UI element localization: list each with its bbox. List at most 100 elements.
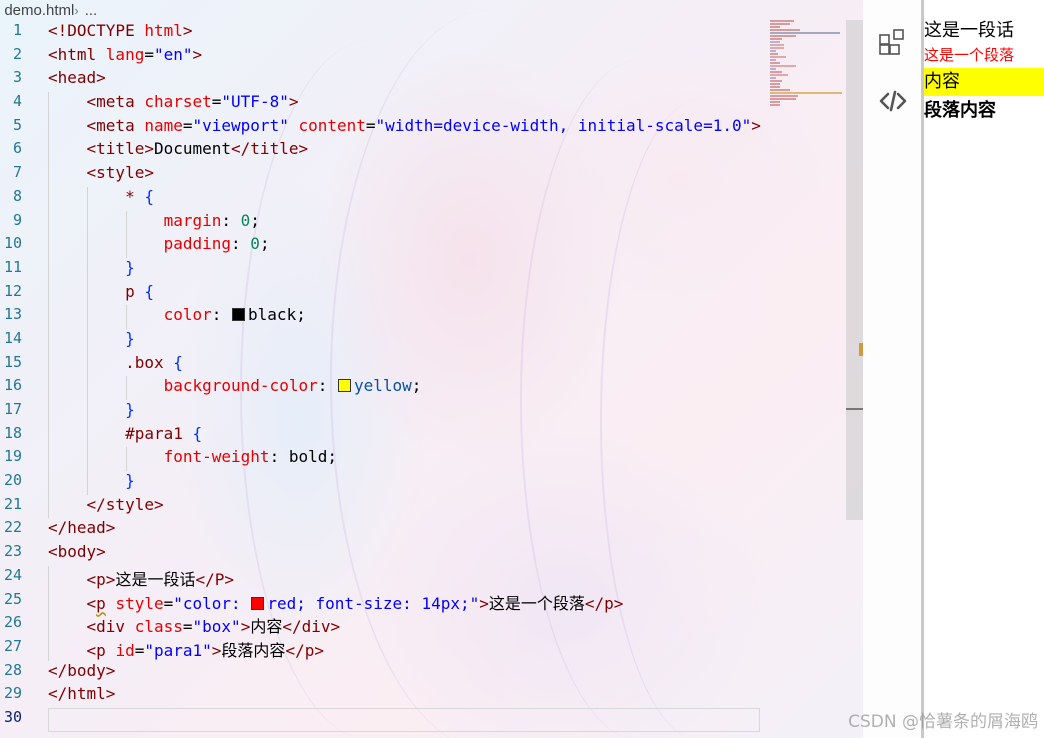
code-line[interactable]: </body> bbox=[48, 661, 778, 685]
colon-token: : bbox=[269, 447, 289, 467]
minimap-line bbox=[770, 104, 780, 106]
breadcrumb-file[interactable]: demo.html bbox=[4, 2, 74, 19]
preview-para1: 段落内容 bbox=[924, 100, 996, 121]
line-number: 18 bbox=[3, 423, 22, 442]
scrollbar-cursor-marker bbox=[846, 408, 863, 410]
line-number: 12 bbox=[3, 281, 22, 300]
code-line[interactable]: background-color: yellow; bbox=[48, 376, 778, 400]
attr-token: charset bbox=[144, 92, 212, 112]
color-swatch-black[interactable] bbox=[232, 308, 246, 322]
semicolon-token: ; bbox=[250, 210, 260, 230]
line-number: 21 bbox=[3, 494, 22, 513]
equals-token: = bbox=[182, 617, 193, 637]
code-line[interactable]: <meta charset="UTF-8"> bbox=[48, 92, 778, 116]
line-number: 2 bbox=[12, 44, 22, 63]
tag-token: </div> bbox=[282, 617, 341, 637]
line-number: 20 bbox=[3, 471, 22, 490]
tag-token: </title> bbox=[231, 139, 309, 159]
code-line[interactable]: } bbox=[48, 471, 778, 495]
text-token: 这是一个段落 bbox=[488, 593, 585, 613]
code-line[interactable]: <title>Document</title> bbox=[48, 139, 778, 164]
code-line[interactable]: <head> bbox=[48, 68, 778, 92]
line-number: 15 bbox=[3, 352, 22, 371]
line-number: 30 bbox=[3, 707, 22, 726]
tag-close-token: > bbox=[240, 617, 251, 637]
code-line[interactable]: padding: 0; bbox=[48, 234, 778, 258]
breadcrumb-ellipsis[interactable]: ... bbox=[85, 2, 98, 19]
line-number: 8 bbox=[12, 186, 22, 205]
code-line[interactable]: </html> bbox=[48, 684, 778, 708]
live-preview-icon[interactable] bbox=[877, 86, 909, 118]
code-line[interactable]: } bbox=[48, 400, 778, 424]
code-lines[interactable]: <!DOCTYPE html> <html lang="en"> <head> … bbox=[48, 21, 778, 732]
line-number: 27 bbox=[3, 636, 22, 655]
code-line[interactable]: <body> bbox=[48, 542, 778, 566]
code-line[interactable]: p { bbox=[48, 281, 778, 306]
attr-token: content bbox=[298, 115, 366, 135]
minimap-line bbox=[770, 62, 780, 64]
attr-token: style bbox=[105, 593, 164, 613]
number-token: 0 bbox=[250, 234, 260, 254]
code-line[interactable]: <style> bbox=[48, 163, 778, 187]
string-token: "viewport" bbox=[192, 115, 289, 135]
code-line[interactable]: } bbox=[48, 257, 778, 282]
code-line[interactable]: color: black; bbox=[48, 305, 778, 329]
code-line[interactable]: <!DOCTYPE html> bbox=[48, 21, 778, 45]
code-line[interactable]: <html lang="en"> bbox=[48, 45, 778, 69]
string-token: ; font-size: 14px;" bbox=[296, 593, 480, 613]
tag-token: <body> bbox=[48, 542, 106, 562]
line-number: 24 bbox=[3, 565, 22, 584]
minimap-line bbox=[770, 53, 778, 55]
code-line[interactable]: } bbox=[48, 328, 778, 353]
tag-token: </p> bbox=[285, 640, 324, 660]
line-number: 25 bbox=[3, 589, 22, 608]
code-line[interactable]: margin: 0; bbox=[48, 210, 778, 235]
colon-token: : bbox=[231, 234, 251, 254]
tag-token: </style> bbox=[86, 494, 164, 514]
property-token: color bbox=[163, 305, 212, 325]
minimap-line bbox=[770, 26, 780, 28]
vertical-scrollbar[interactable] bbox=[846, 20, 863, 520]
minimap-line bbox=[770, 35, 796, 37]
brace-token: } bbox=[125, 400, 135, 419]
code-line[interactable]: font-weight: bold; bbox=[48, 447, 778, 472]
property-token: margin bbox=[163, 210, 222, 230]
tag-name-warning-token[interactable]: p bbox=[96, 594, 106, 613]
line-number: 19 bbox=[3, 447, 22, 466]
tag-close-token: > bbox=[288, 92, 299, 112]
semicolon-token: ; bbox=[259, 234, 270, 254]
line-number-gutter: 1 2 3 4 5 6 7 8 9 10 11 12 13 14 15 16 17 18 19 20 21 22 23 24 2… bbox=[0, 21, 22, 732]
color-swatch-yellow[interactable] bbox=[337, 379, 351, 393]
text-token: Document bbox=[153, 139, 232, 159]
semicolon-token: ; bbox=[296, 305, 306, 325]
preview-paragraph: 这是一段话 bbox=[924, 20, 1014, 41]
equals-token: = bbox=[365, 115, 376, 135]
color-swatch-red[interactable] bbox=[251, 596, 265, 610]
equals-token: = bbox=[163, 593, 174, 613]
brace-token: { bbox=[144, 281, 154, 301]
code-line[interactable]: <p style="color: red; font-size: 14px;">… bbox=[48, 589, 778, 614]
minimap-line bbox=[770, 29, 800, 31]
value-token: black bbox=[248, 305, 297, 325]
code-line[interactable]: </head> bbox=[48, 518, 778, 542]
line-number: 7 bbox=[12, 163, 22, 182]
code-line[interactable]: <meta name="viewport" content="width=dev… bbox=[48, 115, 778, 140]
code-line[interactable]: </style> bbox=[48, 494, 778, 519]
minimap[interactable] bbox=[770, 20, 846, 106]
code-line[interactable]: <p>这是一段话</P> bbox=[48, 565, 778, 590]
extensions-icon[interactable] bbox=[877, 26, 909, 58]
attr-token: class bbox=[134, 617, 183, 637]
code-line[interactable]: <div class="box">内容</div> bbox=[48, 613, 778, 637]
line-number: 11 bbox=[3, 257, 22, 276]
code-line[interactable]: <p id="para1">段落内容</p> bbox=[48, 636, 778, 661]
current-line[interactable] bbox=[48, 707, 760, 732]
code-line[interactable]: .box { bbox=[48, 352, 778, 377]
breadcrumb: › demo.html › ... bbox=[0, 0, 760, 20]
preview-red-paragraph: 这是一个段落 bbox=[924, 46, 1015, 64]
value-token: yellow bbox=[353, 376, 412, 396]
code-line[interactable]: * { bbox=[48, 186, 778, 211]
activity-bar bbox=[863, 0, 921, 738]
tag-token: <meta bbox=[86, 92, 145, 112]
code-editor[interactable]: › demo.html › ... 1234567891011121314151… bbox=[0, 0, 863, 738]
code-line[interactable]: #para1 { bbox=[48, 423, 778, 448]
